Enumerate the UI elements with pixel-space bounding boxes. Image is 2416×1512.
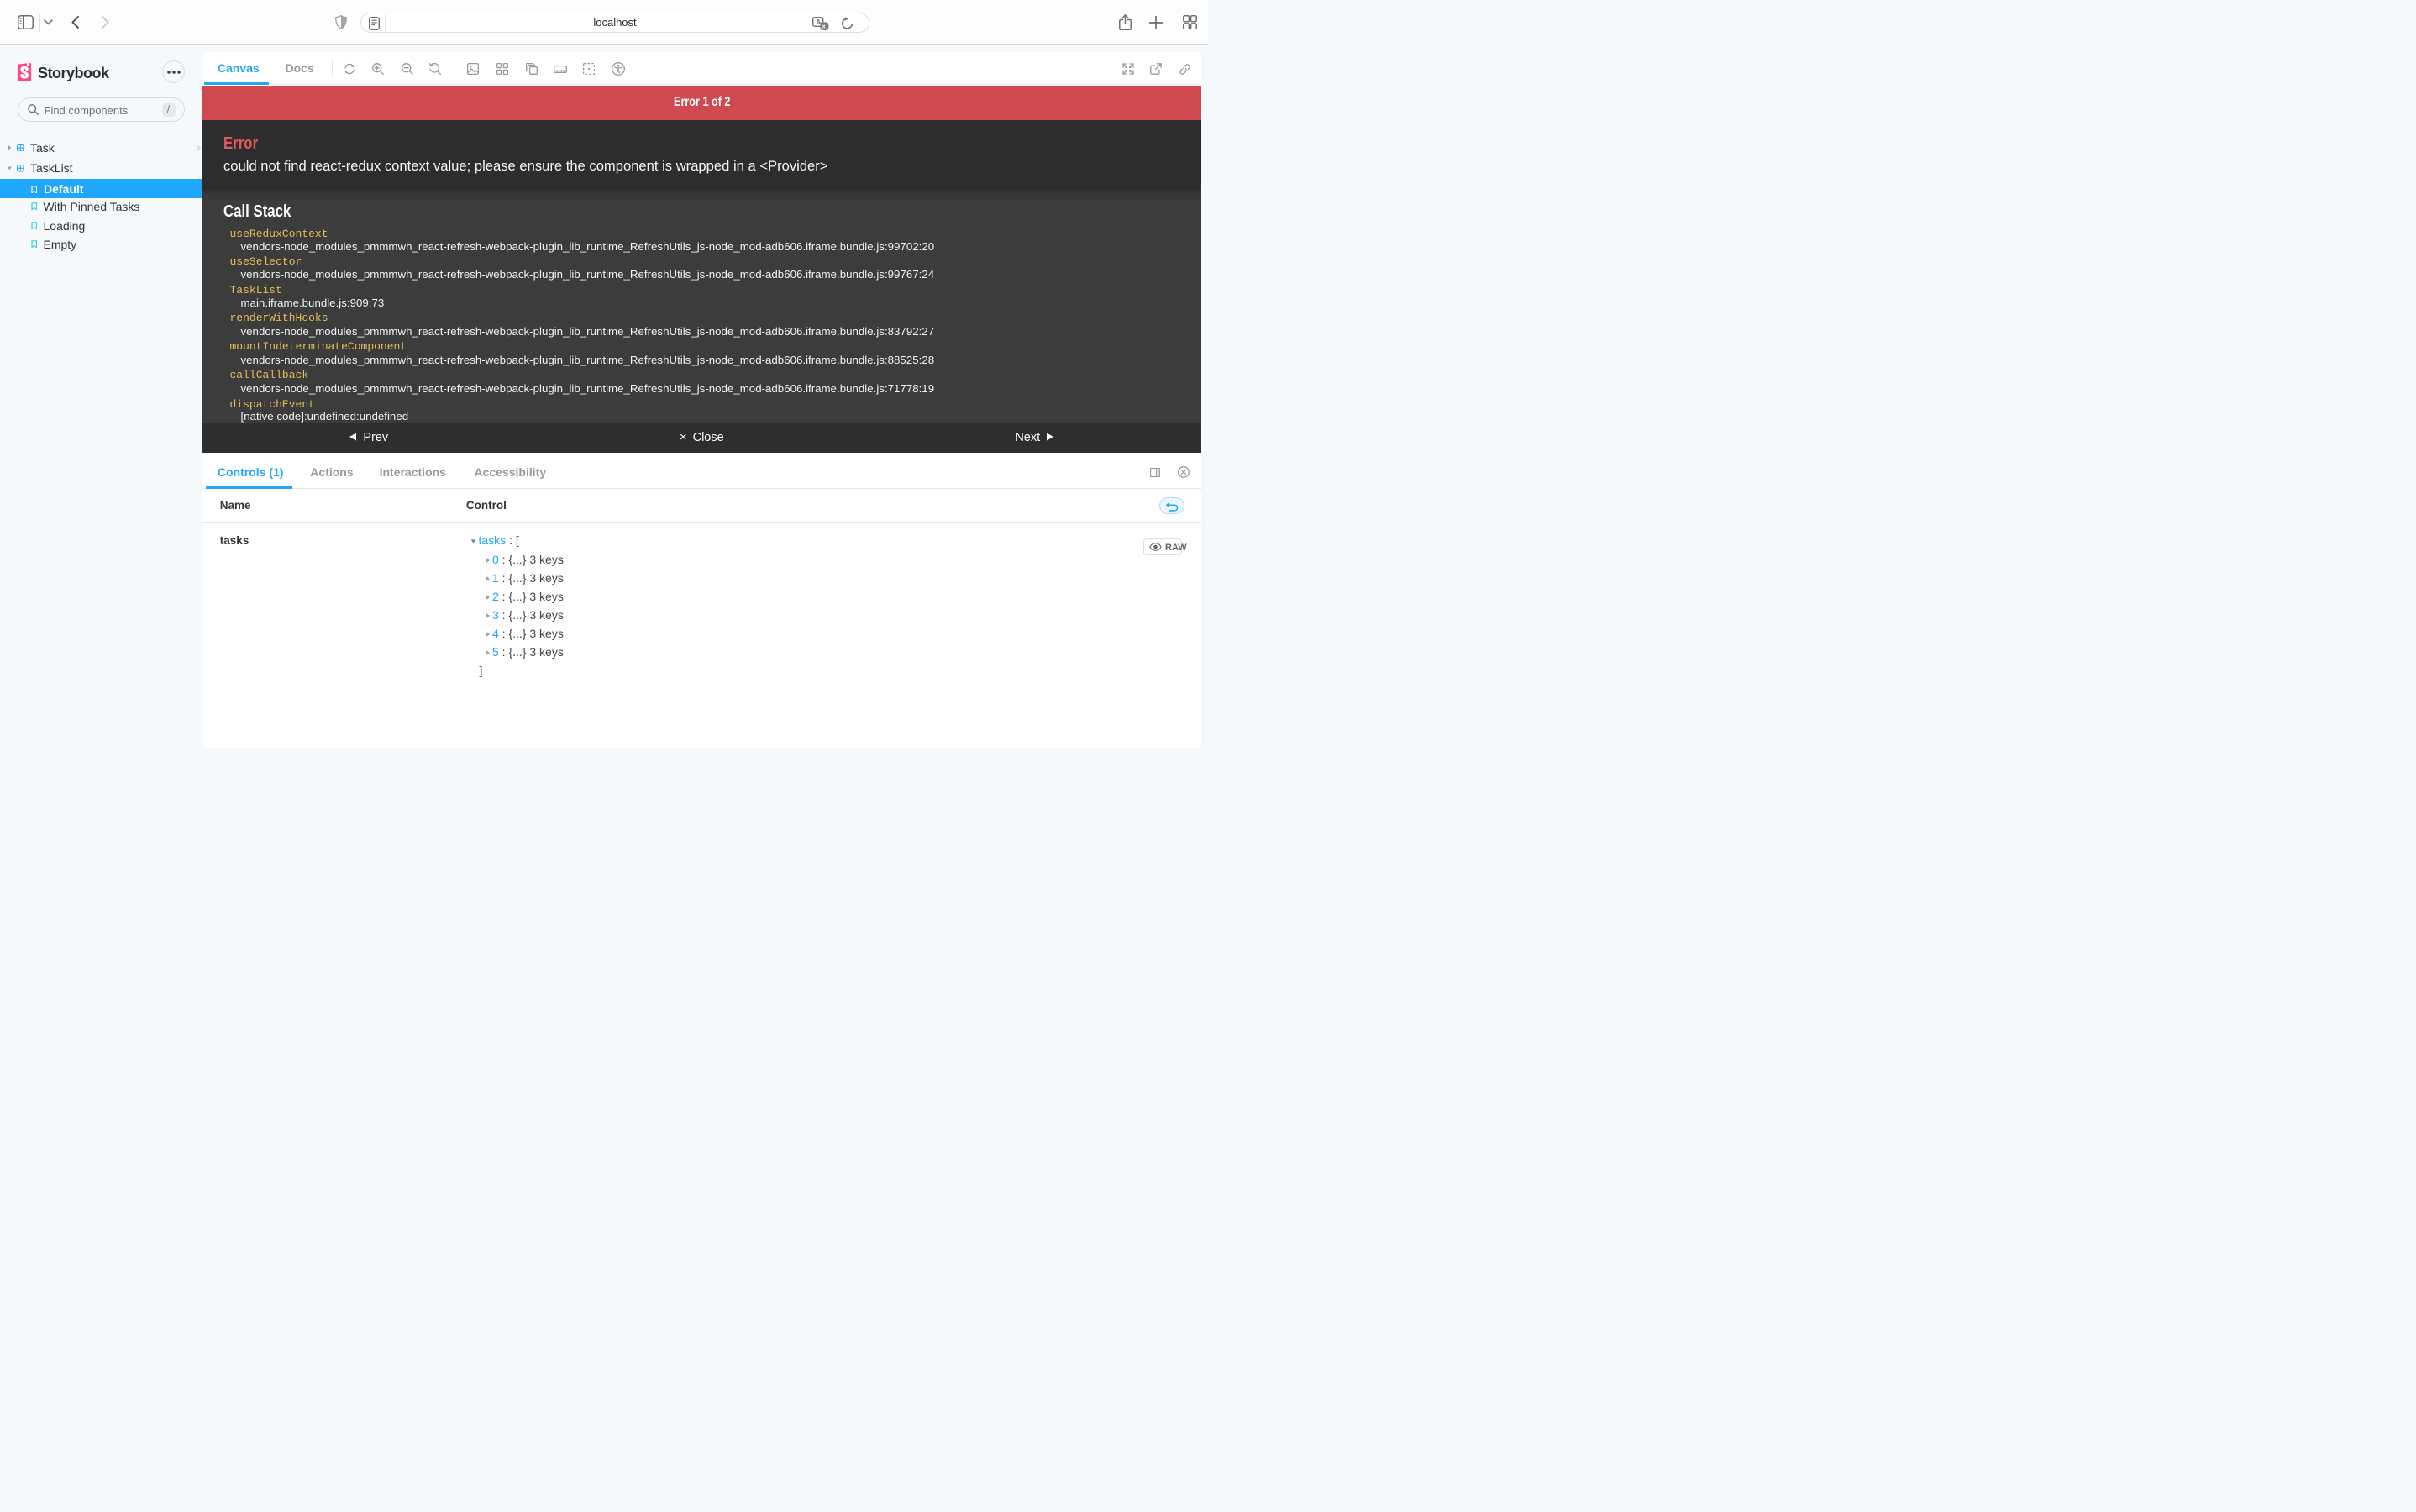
svg-text:A: A [816,18,821,26]
